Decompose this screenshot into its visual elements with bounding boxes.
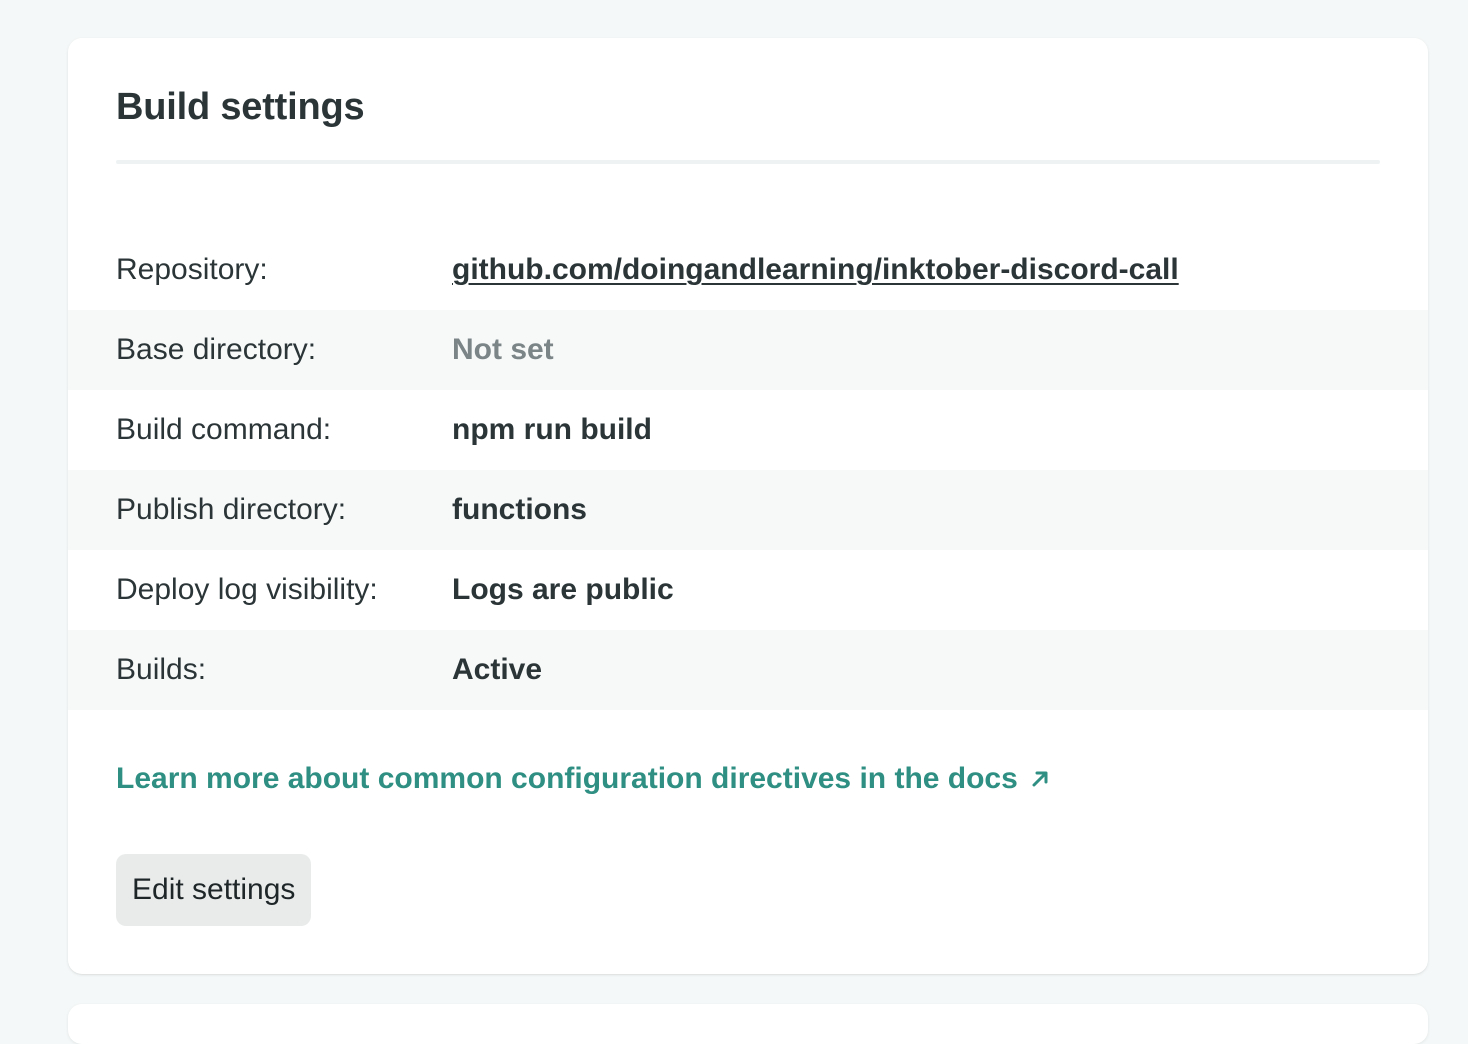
repository-link[interactable]: github.com/doingandlearning/inktober-dis… <box>452 253 1179 287</box>
setting-row-builds: Builds: Active <box>68 630 1428 710</box>
docs-link-text: Learn more about common configuration di… <box>116 762 1018 795</box>
docs-link[interactable]: Learn more about common configuration di… <box>116 762 1052 796</box>
setting-row-base-directory: Base directory: Not set <box>68 310 1428 390</box>
settings-list: Repository: github.com/doingandlearning/… <box>68 230 1428 710</box>
setting-row-repository: Repository: github.com/doingandlearning/… <box>68 230 1428 310</box>
setting-label: Repository: <box>116 253 268 286</box>
setting-label: Build command: <box>116 413 332 446</box>
setting-label: Builds: <box>116 653 207 686</box>
card-title: Build settings <box>116 86 365 128</box>
setting-label: Deploy log visibility: <box>116 573 378 606</box>
setting-value: Logs are public <box>452 573 674 606</box>
setting-row-deploy-log-visibility: Deploy log visibility: Logs are public <box>68 550 1428 630</box>
title-divider <box>116 160 1380 164</box>
setting-value: Active <box>452 653 543 686</box>
setting-row-build-command: Build command: npm run build <box>68 390 1428 470</box>
next-card-edge <box>68 1004 1428 1044</box>
edit-settings-button[interactable]: Edit settings <box>116 854 312 926</box>
external-arrow-icon <box>1032 771 1048 787</box>
setting-value: Not set <box>452 333 554 366</box>
setting-label: Publish directory: <box>116 493 347 526</box>
setting-value: npm run build <box>452 413 652 446</box>
setting-value: functions <box>452 493 587 526</box>
build-settings-card: Build settings Repository: github.com/do… <box>68 38 1428 974</box>
setting-row-publish-directory: Publish directory: functions <box>68 470 1428 550</box>
setting-label: Base directory: <box>116 333 317 366</box>
